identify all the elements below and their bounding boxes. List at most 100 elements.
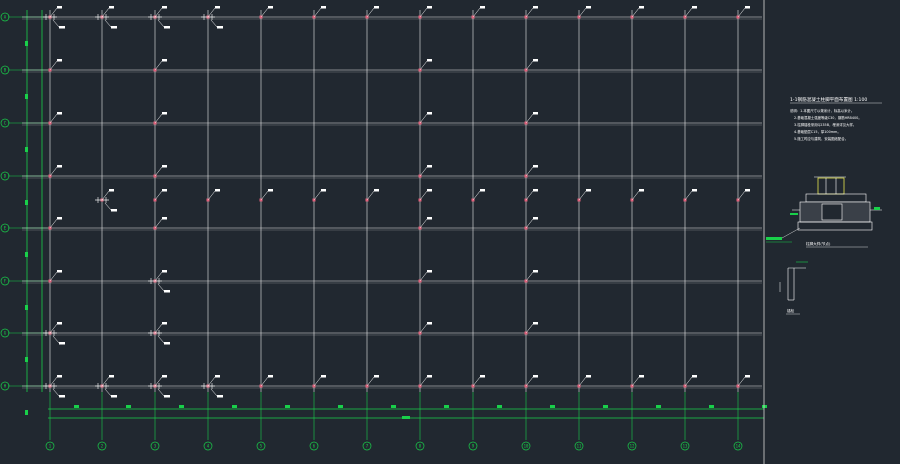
- marker-tag-4-7-b: [427, 217, 432, 220]
- marker-tag-0-6: [374, 6, 379, 9]
- dimension-tag-4: [232, 405, 237, 408]
- dimension-tag-9: [497, 405, 502, 408]
- marker-lower-tag-7-0: [59, 395, 65, 398]
- cad-drawing-canvas: 1 2 3 4 5 6 7 8 9 10 11 12 13 14 A B C D E F G H 1-1钢筋混凝土柱脚平面…: [0, 0, 900, 464]
- marker-tag-1-7: [427, 59, 432, 62]
- marker-tag-7-8: [480, 375, 485, 378]
- row-dimension-tag-A: [25, 41, 28, 46]
- marker-tag-4-10: [586, 189, 591, 192]
- marker-tag-6-2: [162, 322, 167, 325]
- row-dimension-tag-D: [25, 200, 28, 205]
- marker-tag-3-2: [162, 165, 167, 168]
- axis-bubble-label-col-11: 11: [577, 444, 582, 449]
- row-dimension-tag-C: [25, 147, 28, 152]
- marker-tag-1-9: [533, 59, 538, 62]
- section-detail-caption: 柱脚大样(节点): [806, 241, 831, 246]
- marker-tag-4-3: [215, 189, 220, 192]
- marker-tag-0-2: [162, 6, 167, 9]
- anchor-detail-caption: 锚栓: [787, 308, 795, 313]
- marker-tag-0-0: [57, 6, 62, 9]
- marker-tag-5-9: [533, 270, 538, 273]
- marker-lower-tag-5-2: [164, 290, 170, 293]
- marker-tag-2-9: [533, 112, 538, 115]
- marker-tag-7-6: [374, 375, 379, 378]
- marker-tag-5-0: [57, 270, 62, 273]
- marker-tag-0-3: [215, 6, 220, 9]
- marker-tag-4-9: [533, 189, 538, 192]
- dimension-tag-13: [709, 405, 714, 408]
- marker-lower-tag-6-2: [164, 342, 170, 345]
- dimension-tag-7: [391, 405, 396, 408]
- row-dimension-tag-F: [25, 305, 28, 310]
- dimension-tag-5: [285, 405, 290, 408]
- marker-tag-7-4: [268, 375, 273, 378]
- marker-lower-tag-6-0: [59, 342, 65, 345]
- marker-tag-4-12: [692, 189, 697, 192]
- marker-tag-3-9: [533, 165, 538, 168]
- marker-tag-2-2: [162, 112, 167, 115]
- row-dimension-tag-B: [25, 94, 28, 99]
- marker-tag-1-0: [57, 59, 62, 62]
- dimension-tag-12: [656, 405, 661, 408]
- marker-tag-4-2-b: [162, 217, 167, 220]
- marker-tag-2-0: [57, 112, 62, 115]
- dimension-tag-2: [126, 405, 131, 408]
- marker-tag-4-5: [321, 189, 326, 192]
- notes-line-1: 说明：1.本图尺寸以毫米计，标高以米计。: [790, 108, 854, 113]
- drawing-background: [0, 0, 900, 464]
- notes-title: 1-1钢筋混凝土柱脚平面布置图 1:100: [790, 96, 867, 103]
- marker-tag-4-2: [162, 189, 167, 192]
- dimension-tag-10: [550, 405, 555, 408]
- marker-tag-7-13: [745, 375, 750, 378]
- marker-lower-tag-0-3: [217, 26, 223, 29]
- marker-tag-7-11: [639, 375, 644, 378]
- marker-tag-0-9: [533, 6, 538, 9]
- total-dimension-tag: [402, 416, 410, 419]
- marker-tag-0-10: [586, 6, 591, 9]
- marker-tag-7-5: [321, 375, 326, 378]
- marker-tag-5-7: [427, 270, 432, 273]
- marker-lower-tag-7-2: [164, 395, 170, 398]
- dimension-tag-3: [179, 405, 184, 408]
- marker-tag-0-4: [268, 6, 273, 9]
- marker-tag-0-13: [745, 6, 750, 9]
- marker-tag-0-12: [692, 6, 697, 9]
- marker-tag-2-7: [427, 112, 432, 115]
- marker-tag-7-10: [586, 375, 591, 378]
- marker-lower-tag-7-1: [111, 395, 117, 398]
- marker-tag-5-2: [162, 270, 167, 273]
- marker-tag-7-12: [692, 375, 697, 378]
- marker-tag-3-0: [57, 165, 62, 168]
- row-dimension-tag-H: [25, 410, 28, 415]
- marker-lower-tag-0-0: [59, 26, 65, 29]
- marker-tag-4-1: [109, 189, 114, 192]
- marker-lower-tag-7-3: [217, 395, 223, 398]
- dimension-tag-6: [338, 405, 343, 408]
- marker-tag-6-9: [533, 322, 538, 325]
- marker-tag-1-2: [162, 59, 167, 62]
- marker-tag-7-9: [533, 375, 538, 378]
- marker-tag-0-11: [639, 6, 644, 9]
- marker-tag-4-4: [268, 189, 273, 192]
- axis-bubble-label-col-10: 10: [524, 444, 529, 449]
- marker-tag-4-13: [745, 189, 750, 192]
- marker-tag-0-5: [321, 6, 326, 9]
- marker-tag-3-7: [427, 165, 432, 168]
- marker-tag-4-6: [374, 189, 379, 192]
- marker-lower-tag-4-1: [111, 209, 117, 212]
- marker-tag-4-7: [427, 189, 432, 192]
- row-dimension-tag-E: [25, 252, 28, 257]
- marker-tag-6-0: [57, 322, 62, 325]
- marker-tag-0-1: [109, 6, 114, 9]
- notes-line-3: 3.柱脚锚栓采用Q235B，埋深详见大样。: [794, 122, 856, 127]
- axis-bubble-label-col-12: 12: [630, 444, 635, 449]
- marker-tag-7-1: [109, 375, 114, 378]
- dimension-tag-14: [762, 405, 767, 408]
- marker-tag-4-9-b: [533, 217, 538, 220]
- marker-lower-tag-0-2: [164, 26, 170, 29]
- axis-bubble-label-col-14: 14: [736, 444, 741, 449]
- marker-tag-7-3: [215, 375, 220, 378]
- row-dimension-tag-G: [25, 357, 28, 362]
- marker-tag-4-8: [480, 189, 485, 192]
- marker-tag-7-7: [427, 375, 432, 378]
